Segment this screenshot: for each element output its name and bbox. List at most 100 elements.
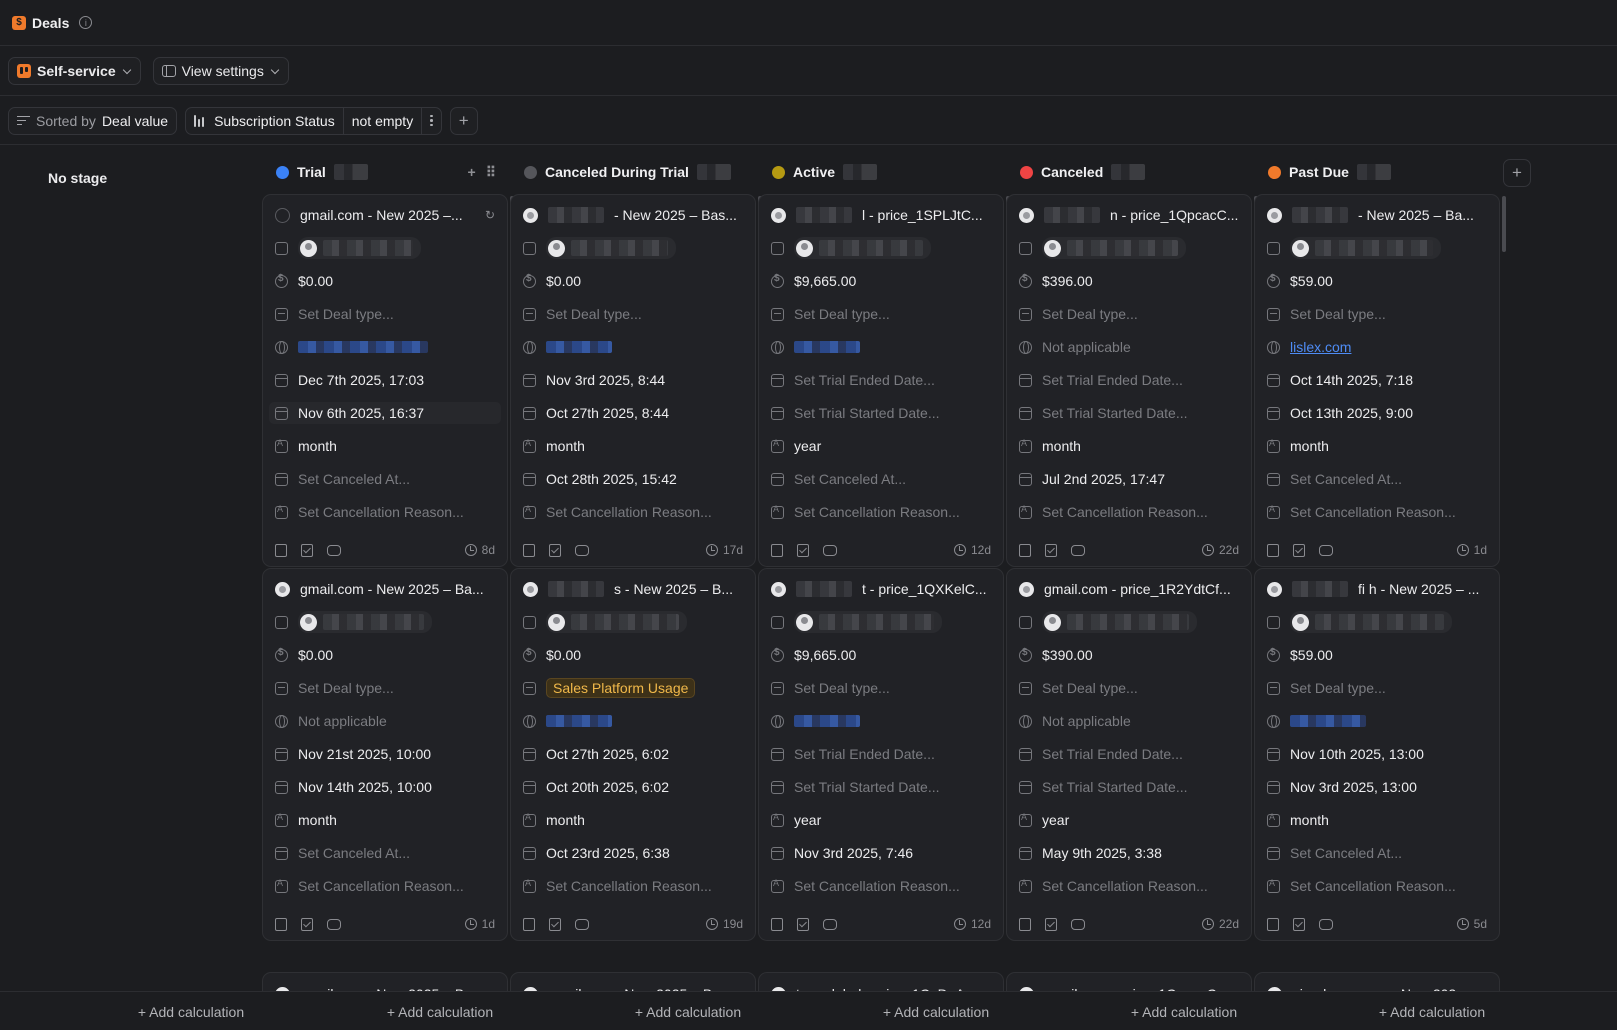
add-filter-button[interactable]: + — [449, 106, 478, 135]
deal-card[interactable]: gmail.com - New 2025 –... ↻ $0.00 Set Deal … — [262, 194, 508, 567]
contact-chip[interactable] — [1042, 237, 1186, 259]
trial-ended-date-row[interactable]: Set Trial Ended Date... — [771, 369, 991, 391]
drag-handle-icon[interactable]: ⠿ — [486, 164, 496, 181]
billing-interval-row[interactable]: month — [275, 435, 495, 457]
cancellation-reason-row[interactable]: Set Cancellation Reason... — [771, 875, 991, 897]
deal-type-row[interactable]: Set Deal type... — [771, 677, 991, 699]
trial-started-date-row[interactable]: Oct 27th 2025, 8:44 — [523, 402, 743, 424]
task-icon[interactable] — [797, 917, 809, 931]
contact-chip[interactable] — [794, 611, 942, 633]
redacted-link[interactable] — [546, 341, 612, 353]
billing-interval-row[interactable]: year — [1019, 809, 1239, 831]
cancellation-reason-row[interactable]: Set Cancellation Reason... — [1267, 501, 1487, 523]
deal-card[interactable]: gmail.com - New 2025 – Ba... — [510, 972, 756, 991]
domain-row[interactable]: Not applicable — [1019, 336, 1239, 358]
contact-chip[interactable] — [1042, 611, 1197, 633]
domain-row[interactable]: Not applicable — [1019, 710, 1239, 732]
task-icon[interactable] — [1045, 917, 1057, 931]
add-calculation-button[interactable]: + Add calculation — [813, 992, 1059, 1030]
contact-chip[interactable] — [298, 611, 432, 633]
filter-field[interactable]: Subscription Status — [214, 113, 335, 129]
deal-value-row[interactable]: $390.00 — [1019, 644, 1239, 666]
deal-value-row[interactable]: $9,665.00 — [771, 270, 991, 292]
note-icon[interactable] — [1267, 543, 1279, 557]
comment-icon[interactable] — [1071, 918, 1085, 930]
deal-card[interactable]: gmail.com - price_1QpcacC... — [1006, 972, 1252, 991]
canceled-at-date-row[interactable]: Oct 23rd 2025, 6:38 — [523, 842, 743, 864]
cancellation-reason-row[interactable]: Set Cancellation Reason... — [523, 875, 743, 897]
redacted-link[interactable] — [1290, 715, 1366, 727]
cancellation-reason-row[interactable]: Set Cancellation Reason... — [523, 501, 743, 523]
canceled-at-date-row[interactable]: Jul 2nd 2025, 17:47 — [1019, 468, 1239, 490]
info-icon[interactable]: i — [79, 16, 93, 29]
note-icon[interactable] — [771, 917, 783, 931]
deal-value-row[interactable]: $396.00 — [1019, 270, 1239, 292]
trial-ended-date-row[interactable]: Nov 3rd 2025, 8:44 — [523, 369, 743, 391]
cancellation-reason-row[interactable]: Set Cancellation Reason... — [275, 501, 495, 523]
domain-row[interactable]: Not applicable — [275, 710, 495, 732]
domain-row[interactable] — [275, 336, 495, 358]
deal-type-row[interactable]: Set Deal type... — [771, 303, 991, 325]
trial-started-date-row[interactable]: Set Trial Started Date... — [1019, 402, 1239, 424]
deal-type-row[interactable]: Sales Platform Usage — [523, 677, 743, 699]
deal-type-row[interactable]: Set Deal type... — [275, 677, 495, 699]
cancellation-reason-row[interactable]: Set Cancellation Reason... — [1019, 875, 1239, 897]
canceled-at-date-row[interactable]: Set Canceled At... — [275, 468, 495, 490]
billing-interval-row[interactable]: month — [275, 809, 495, 831]
deal-card[interactable]: t - price_1QXKelC... $9,665.00 Set Deal ty… — [758, 568, 1004, 941]
deal-value-row[interactable]: $0.00 — [275, 270, 495, 292]
domain-row[interactable]: lislex.com — [1267, 336, 1487, 358]
trial-started-date-row[interactable]: Set Trial Started Date... — [771, 776, 991, 798]
deal-value-row[interactable]: $9,665.00 — [771, 644, 991, 666]
billing-interval-row[interactable]: month — [1267, 435, 1487, 457]
domain-row[interactable] — [1267, 710, 1487, 732]
view-selector[interactable]: Self-service — [8, 57, 141, 85]
task-icon[interactable] — [1045, 543, 1057, 557]
billing-interval-row[interactable]: year — [771, 809, 991, 831]
trial-ended-date-row[interactable]: Set Trial Ended Date... — [1019, 369, 1239, 391]
deal-value-row[interactable]: $0.00 — [275, 644, 495, 666]
deal-value-row[interactable]: $59.00 — [1267, 270, 1487, 292]
deal-type-row[interactable]: Set Deal type... — [1019, 303, 1239, 325]
task-icon[interactable] — [549, 917, 561, 931]
deal-card[interactable]: gmail.com - New 2025 – Ba... — [262, 972, 508, 991]
domain-row[interactable] — [771, 336, 991, 358]
comment-icon[interactable] — [1319, 544, 1333, 556]
note-icon[interactable] — [275, 917, 287, 931]
deal-card[interactable]: fi h - New 2025 – ... $59.00 Set Deal type… — [1254, 568, 1500, 941]
contact-chip[interactable] — [1290, 237, 1441, 259]
filter-chip[interactable]: Subscription Status not empty — [185, 106, 442, 135]
contact-chip[interactable] — [546, 611, 687, 633]
comment-icon[interactable] — [1071, 544, 1085, 556]
trial-started-date-row[interactable]: Nov 14th 2025, 10:00 — [275, 776, 495, 798]
deal-card[interactable]: true.global - price_1QzDeA... — [758, 972, 1004, 991]
add-column-button[interactable]: + — [1503, 159, 1531, 187]
deal-type-row[interactable]: Set Deal type... — [523, 303, 743, 325]
canceled-at-date-row[interactable]: Set Canceled At... — [1267, 468, 1487, 490]
deal-type-row[interactable]: Set Deal type... — [1267, 303, 1487, 325]
deal-card[interactable]: pipedream.com - New 202... — [1254, 972, 1500, 991]
billing-interval-row[interactable]: year — [771, 435, 991, 457]
task-icon[interactable] — [301, 917, 313, 931]
trial-ended-date-row[interactable]: Dec 7th 2025, 17:03 — [275, 369, 495, 391]
view-settings-button[interactable]: View settings — [152, 57, 289, 85]
canceled-at-date-row[interactable]: Oct 28th 2025, 15:42 — [523, 468, 743, 490]
task-icon[interactable] — [1293, 917, 1305, 931]
trial-started-date-row[interactable]: Oct 20th 2025, 6:02 — [523, 776, 743, 798]
comment-icon[interactable] — [575, 918, 589, 930]
comment-icon[interactable] — [327, 544, 341, 556]
refresh-icon[interactable]: ↻ — [485, 208, 495, 222]
canceled-at-date-row[interactable]: Nov 3rd 2025, 7:46 — [771, 842, 991, 864]
deal-card[interactable]: - New 2025 – Bas... $0.00 Set Deal type...… — [510, 194, 756, 567]
trial-ended-date-row[interactable]: Set Trial Ended Date... — [771, 743, 991, 765]
trial-ended-date-row[interactable]: Nov 10th 2025, 13:00 — [1267, 743, 1487, 765]
billing-interval-row[interactable]: month — [523, 809, 743, 831]
contact-chip[interactable] — [546, 237, 676, 259]
cancellation-reason-row[interactable]: Set Cancellation Reason... — [275, 875, 495, 897]
note-icon[interactable] — [771, 543, 783, 557]
redacted-link[interactable] — [546, 715, 612, 727]
deal-type-row[interactable]: Set Deal type... — [1019, 677, 1239, 699]
deal-card[interactable]: gmail.com - price_1R2YdtCf... $390.00 Set … — [1006, 568, 1252, 941]
canceled-at-date-row[interactable]: Set Canceled At... — [275, 842, 495, 864]
add-calculation-button[interactable]: + Add calculation — [565, 992, 811, 1030]
